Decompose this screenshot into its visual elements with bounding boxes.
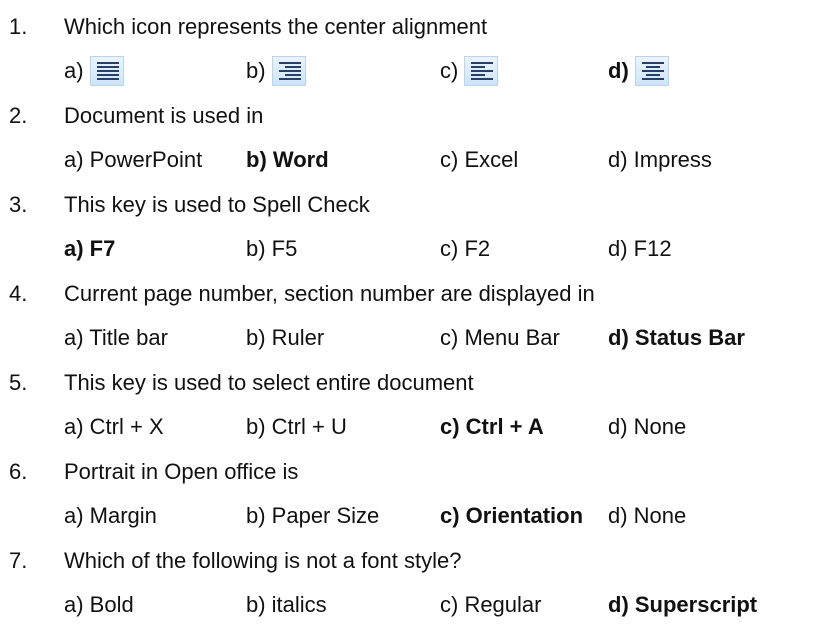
answer-option: c) Ctrl + A [440, 410, 544, 444]
option-label: b) Ruler [246, 325, 325, 350]
answer-option: c) [440, 54, 499, 88]
answer-option: d) F12 [608, 232, 672, 266]
option-label: c) F2 [440, 236, 491, 261]
option-label: b) Paper Size [246, 503, 380, 528]
question-text: This key is used to Spell Check [64, 192, 370, 217]
answer-option: b) italics [246, 588, 327, 622]
option-label: c) Excel [440, 147, 519, 172]
question-number: 4. [9, 281, 28, 306]
question-number: 6. [9, 459, 28, 484]
option-label: d) Superscript [608, 592, 758, 617]
answer-option: a) PowerPoint [64, 143, 202, 177]
option-label: c) Orientation [440, 503, 584, 528]
option-label: b) Word [246, 147, 329, 172]
answer-option: a) [64, 54, 124, 88]
question-text: Which icon represents the center alignme… [64, 14, 488, 39]
option-label: c) Ctrl + A [440, 414, 544, 439]
question-text: Which of the following is not a font sty… [64, 548, 462, 573]
answer-option: b) Paper Size [246, 499, 379, 533]
answer-option: d) None [608, 499, 686, 533]
option-label: d) Impress [608, 147, 712, 172]
answer-option: b) [246, 54, 306, 88]
answer-option: c) F2 [440, 232, 490, 266]
option-label: d) None [608, 503, 687, 528]
question-number: 7. [9, 548, 28, 573]
option-label: d) [608, 58, 629, 83]
justify-align-icon [89, 56, 124, 86]
option-label: c) Regular [440, 592, 542, 617]
left-align-icon [464, 56, 499, 86]
right-align-icon [271, 56, 306, 86]
option-label: a) Ctrl + X [64, 414, 164, 439]
answer-option: d) [608, 54, 669, 88]
answer-option: a) Ctrl + X [64, 410, 164, 444]
center-align-icon [634, 56, 669, 86]
option-label: b) Ctrl + U [246, 414, 347, 439]
question-text: Current page number, section number are … [64, 281, 595, 306]
answer-option: c) Menu Bar [440, 321, 560, 355]
option-label: a) Bold [64, 592, 134, 617]
answer-option: c) Regular [440, 588, 541, 622]
answer-option: a) Bold [64, 588, 134, 622]
option-label: c) Menu Bar [440, 325, 560, 350]
question-text: Document is used in [64, 103, 264, 128]
option-label: c) [440, 58, 459, 83]
option-label: d) F12 [608, 236, 672, 261]
option-label: d) None [608, 414, 687, 439]
answer-option: d) Impress [608, 143, 712, 177]
answer-option: d) None [608, 410, 686, 444]
answer-option: a) F7 [64, 232, 115, 266]
answer-option: a) Title bar [64, 321, 168, 355]
option-label: b) [246, 58, 266, 83]
option-label: a) F7 [64, 236, 116, 261]
question-text: Portrait in Open office is [64, 459, 299, 484]
answer-option: b) Word [246, 143, 329, 177]
question-number: 2. [9, 103, 28, 128]
option-label: b) F5 [246, 236, 298, 261]
answer-option: d) Superscript [608, 588, 757, 622]
option-label: d) Status Bar [608, 325, 745, 350]
answer-option: c) Excel [440, 143, 518, 177]
question-number: 1. [9, 14, 28, 39]
option-label: b) italics [246, 592, 327, 617]
option-label: a) PowerPoint [64, 147, 203, 172]
answer-option: d) Status Bar [608, 321, 745, 355]
answer-option: c) Orientation [440, 499, 583, 533]
answer-option: a) Margin [64, 499, 157, 533]
answer-option: b) F5 [246, 232, 297, 266]
option-label: a) Margin [64, 503, 157, 528]
option-label: a) Title bar [64, 325, 168, 350]
question-number: 3. [9, 192, 28, 217]
question-text: This key is used to select entire docume… [64, 370, 474, 395]
answer-option: b) Ctrl + U [246, 410, 347, 444]
option-label: a) [64, 58, 84, 83]
question-number: 5. [9, 370, 28, 395]
answer-option: b) Ruler [246, 321, 324, 355]
